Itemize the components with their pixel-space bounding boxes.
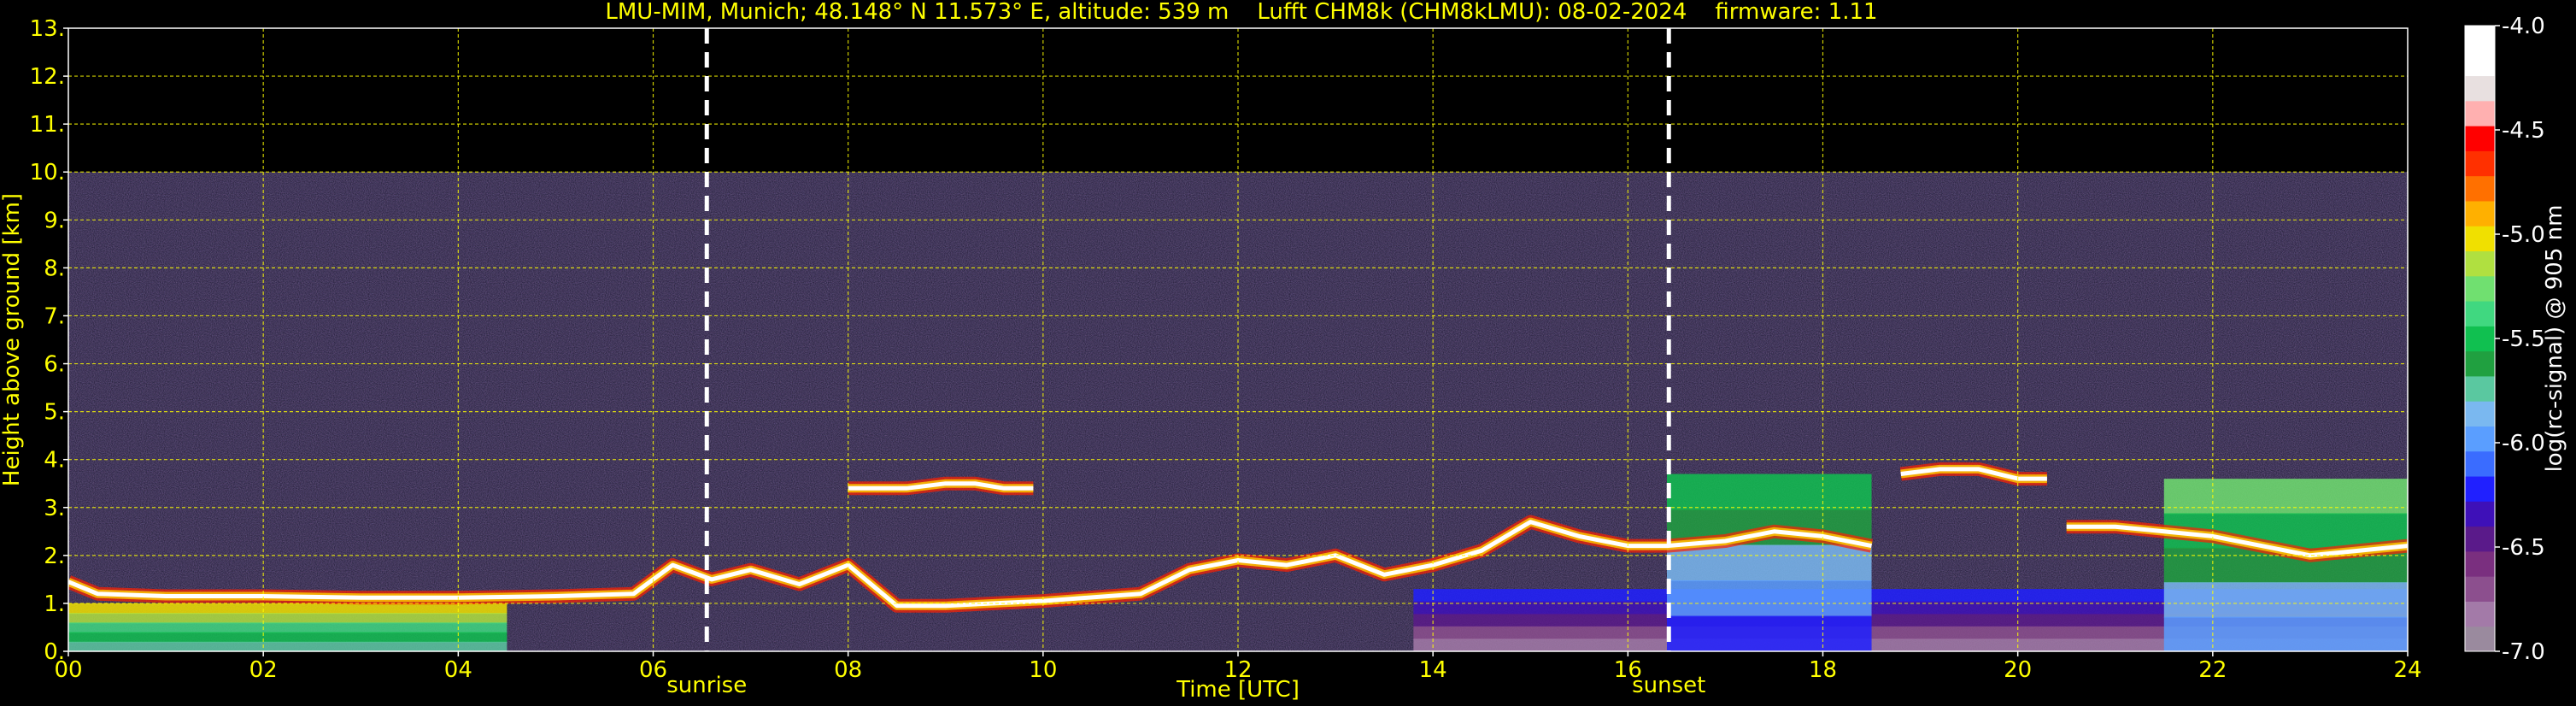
y-tick-label: 7.: [44, 303, 65, 329]
x-tick-label: 16: [1614, 657, 1642, 683]
colorbar-tick-label: -5.5: [2502, 327, 2545, 352]
signal-region-morning-aerosol: [68, 613, 508, 624]
y-tick-label: 13.: [30, 16, 65, 42]
x-tick-label: 06: [639, 657, 667, 683]
colorbar-segment: [2465, 75, 2495, 102]
signal-region-evening-convection: [2163, 479, 2408, 515]
signal-region-morning-aerosol: [68, 632, 508, 643]
signal-region-morning-aerosol: [68, 641, 508, 651]
colorbar-segment: [2465, 375, 2495, 402]
colorbar-segment: [2465, 200, 2495, 227]
x-tick-label: 24: [2393, 657, 2421, 683]
colorbar-segment: [2465, 476, 2495, 502]
y-tick-label: 6.: [44, 352, 65, 378]
signal-region-afternoon-convection: [1666, 474, 1872, 511]
x-tick-label: 02: [249, 657, 278, 683]
colorbar-segment: [2465, 275, 2495, 302]
x-tick-label: 20: [2004, 657, 2032, 683]
y-tick-label: 1.: [44, 591, 65, 617]
colorbar-segment: [2465, 126, 2495, 151]
y-tick-label: 2.: [44, 544, 65, 569]
sunset-label: sunset: [1632, 673, 1705, 698]
colorbar-segment: [2465, 301, 2495, 327]
x-axis-label: Time [UTC]: [1176, 677, 1300, 703]
x-tick-label: 08: [834, 657, 862, 683]
x-tick-label: 04: [444, 657, 472, 683]
colorbar-segment: [2465, 501, 2495, 527]
chart-svg: LMU-MIM, Munich; 48.148° N 11.573° E, al…: [0, 0, 2567, 703]
signal-region-morning-aerosol: [68, 622, 508, 633]
signal-region-evening-convection: [2163, 616, 2408, 651]
y-tick-label: 3.: [44, 496, 65, 521]
colorbar: [2464, 25, 2496, 652]
x-tick-label: 22: [2198, 657, 2227, 683]
signal-region-afternoon-convection: [1666, 580, 1872, 617]
colorbar-segment: [2465, 175, 2495, 202]
colorbar-tick-label: -7.0: [2502, 639, 2545, 665]
colorbar-segment: [2465, 150, 2495, 177]
colorbar-ticks: -4.0 -4.5 -5.0 -5.5 -6.0 -6.5 -7.0: [2495, 14, 2545, 665]
y-tick-label: 4.: [44, 448, 65, 474]
chart-title: LMU-MIM, Munich; 48.148° N 11.573° E, al…: [605, 0, 1877, 25]
signal-region-evening-convection: [2163, 582, 2408, 618]
colorbar-tick-label: -6.0: [2502, 431, 2545, 456]
ceilometer-figure: LMU-MIM, Munich; 48.148° N 11.573° E, al…: [0, 0, 2576, 706]
x-tick-label: 14: [1419, 657, 1447, 683]
colorbar-segment: [2465, 450, 2495, 477]
colorbar-tick-label: -4.5: [2502, 118, 2545, 144]
x-tick-label: 18: [1809, 657, 1837, 683]
colorbar-segment: [2465, 550, 2495, 577]
colorbar-segment: [2465, 350, 2495, 377]
signal-region-morning-aerosol: [68, 603, 508, 615]
colorbar-segment: [2465, 601, 2495, 627]
colorbar-segment: [2465, 626, 2495, 652]
sunrise-label: sunrise: [666, 673, 747, 698]
x-tick-label: 10: [1029, 657, 1057, 683]
y-axis-ticks: 0. 1. 2. 3. 4. 5. 6. 7. 8. 9. 10. 11. 12. 13.: [30, 16, 68, 665]
y-tick-label: 9.: [44, 208, 65, 233]
y-tick-label: 5.: [44, 400, 65, 426]
colorbar-segment: [2465, 426, 2495, 452]
y-axis-label: Height above ground [km]: [0, 193, 25, 486]
colorbar-label: log(rc-signal) @ 905 nm: [2542, 205, 2567, 473]
colorbar-segment: [2465, 226, 2495, 252]
colorbar-tick-label: -5.0: [2502, 222, 2545, 248]
colorbar-segment: [2465, 26, 2495, 51]
colorbar-segment: [2465, 526, 2495, 552]
colorbar-segment: [2465, 50, 2495, 77]
colorbar-segment: [2465, 576, 2495, 602]
y-tick-label: 8.: [44, 256, 65, 281]
colorbar-segment: [2465, 401, 2495, 427]
y-tick-label: 11.: [30, 112, 65, 138]
signal-region-afternoon-convection: [1666, 544, 1872, 582]
signal-region-afternoon-convection: [1666, 615, 1872, 651]
colorbar-segment: [2465, 100, 2495, 126]
colorbar-tick-label: -4.0: [2502, 14, 2545, 39]
y-tick-label: 12.: [30, 64, 65, 90]
colorbar-tick-label: -6.5: [2502, 535, 2545, 561]
y-tick-label: 0.: [44, 639, 65, 665]
y-tick-label: 10.: [30, 160, 65, 185]
colorbar-segment: [2465, 326, 2495, 352]
colorbar-segment: [2465, 250, 2495, 277]
